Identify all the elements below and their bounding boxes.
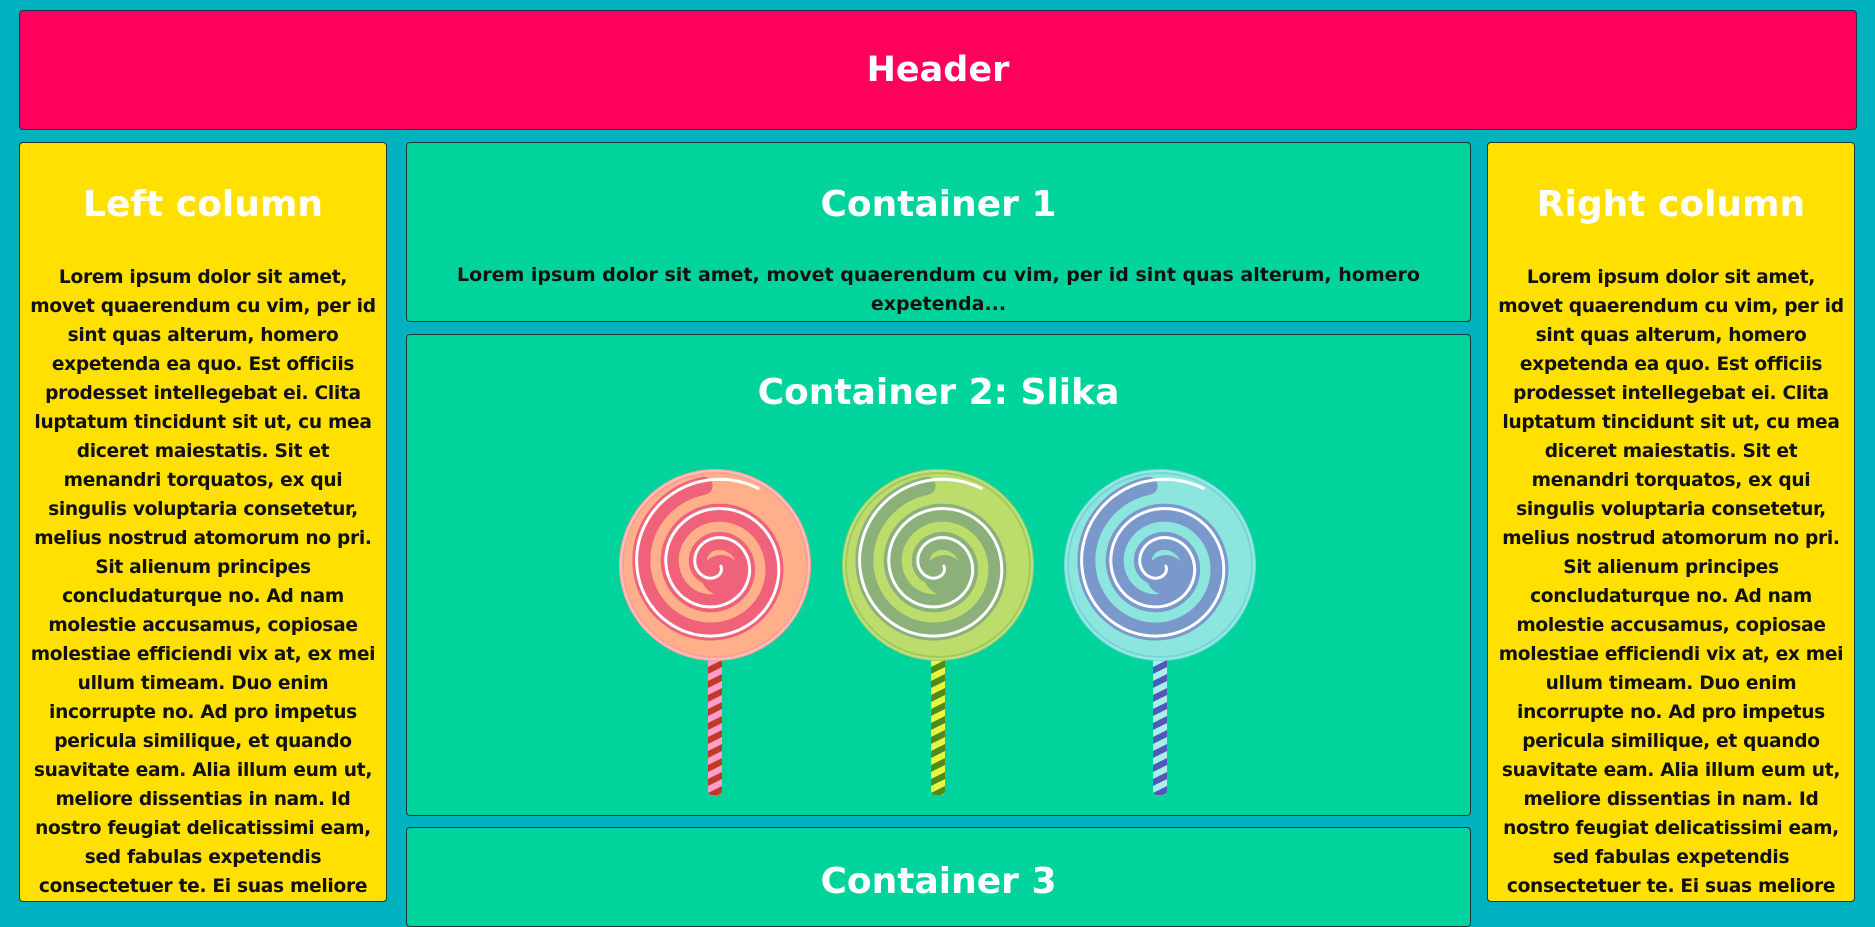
lollipop-pink-icon <box>619 469 811 795</box>
container-3: Container 3 <box>406 827 1471 927</box>
container-3-title: Container 3 <box>820 861 1057 902</box>
container-1: Container 1 Lorem ipsum dolor sit amet, … <box>406 142 1471 322</box>
container-1-text: Lorem ipsum dolor sit amet, movet quaere… <box>457 264 1420 315</box>
left-column-title: Left column <box>83 184 323 225</box>
page-header: Header <box>19 10 1857 130</box>
lollipops-illustration <box>619 469 1256 795</box>
right-column-title: Right column <box>1536 184 1806 225</box>
right-column: Right column Lorem ipsum dolor sit amet,… <box>1487 142 1855 902</box>
left-column-text: Lorem ipsum dolor sit amet, movet quaere… <box>30 267 376 897</box>
lollipop-blue-icon <box>1064 469 1256 795</box>
left-column: Left column Lorem ipsum dolor sit amet, … <box>19 142 387 902</box>
lollipop-green-icon <box>842 469 1034 795</box>
right-column-text: Lorem ipsum dolor sit amet, movet quaere… <box>1498 267 1844 897</box>
container-2: Container 2: Slika <box>406 334 1471 816</box>
header-title: Header <box>866 50 1010 90</box>
container-1-title: Container 1 <box>820 184 1057 225</box>
container-2-title: Container 2: Slika <box>757 372 1120 413</box>
